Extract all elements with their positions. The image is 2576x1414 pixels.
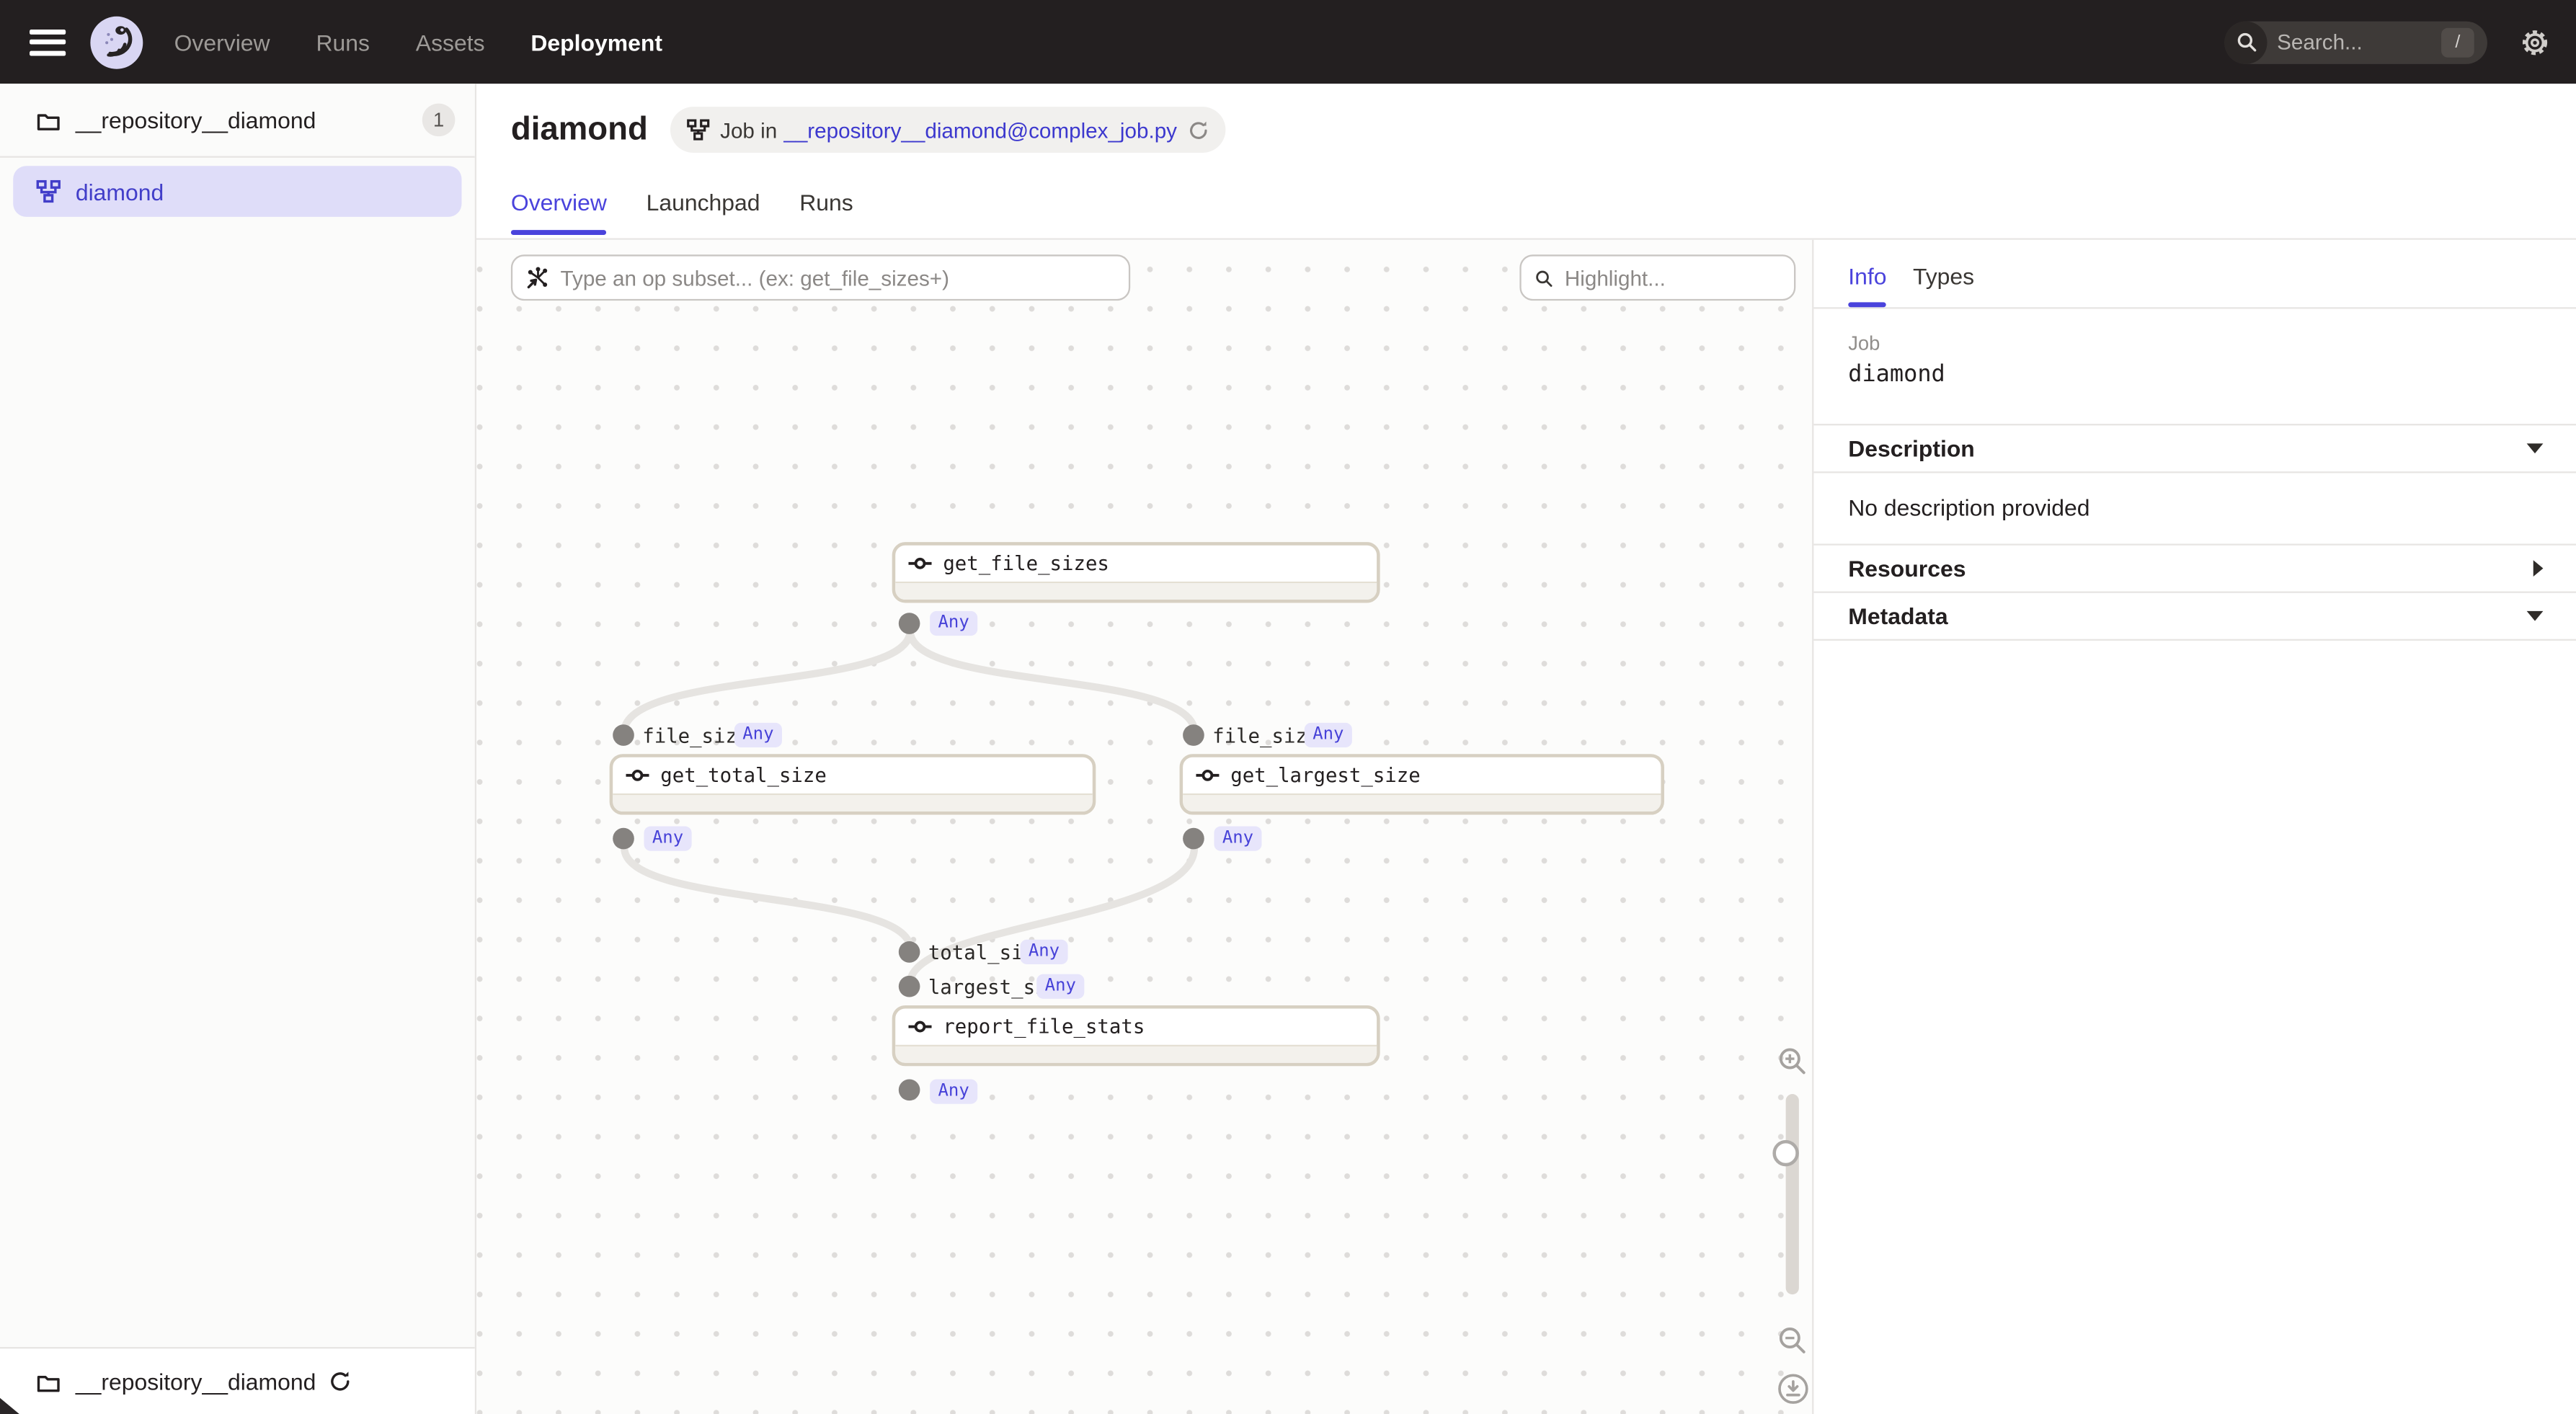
dagster-logo-icon[interactable] <box>89 14 144 69</box>
op-subset-filter[interactable] <box>511 254 1130 301</box>
footer-repository-name: __repository__diamond <box>76 1369 316 1395</box>
search-shortcut-badge: / <box>2441 27 2474 57</box>
type-badge[interactable]: Any <box>1020 940 1067 964</box>
job-origin-prefix: Job in <box>720 117 777 142</box>
sidebar-item-label: diamond <box>76 178 164 204</box>
section-resources[interactable]: Resources <box>1813 546 2576 593</box>
app-window: Overview Runs Assets Deployment / __re <box>0 0 2576 1414</box>
input-port <box>1183 724 1204 746</box>
download-image-icon[interactable] <box>1777 1374 1808 1405</box>
type-badge[interactable]: Any <box>930 611 977 636</box>
search-icon <box>1535 267 1553 288</box>
tab-types[interactable]: Types <box>1913 263 1974 308</box>
chevron-down-icon[interactable] <box>2527 611 2544 621</box>
job-graph-icon <box>36 179 61 203</box>
op-icon <box>626 767 650 783</box>
description-content: No description provided <box>1813 473 2576 545</box>
global-search[interactable]: / <box>2224 20 2487 63</box>
section-title: Metadata <box>1848 603 1947 629</box>
op-node-get_largest_size[interactable]: get_largest_size <box>1180 754 1664 814</box>
zoom-slider-track[interactable] <box>1786 1094 1799 1294</box>
type-badge[interactable]: Any <box>1305 723 1352 747</box>
op-name: report_file_stats <box>943 1015 1145 1039</box>
tab-info[interactable]: Info <box>1848 263 1886 308</box>
repository-name: __repository__diamond <box>76 107 422 133</box>
op-node-get_total_size[interactable]: get_total_size <box>610 754 1096 814</box>
op-graph-canvas[interactable]: get_file_sizes Any file_sizes Any get_to… <box>476 240 1812 1414</box>
primary-nav: Overview Runs Assets Deployment <box>174 29 662 55</box>
op-subset-input[interactable] <box>561 265 1116 290</box>
type-badge[interactable]: Any <box>734 723 782 747</box>
info-panel-tabs: Info Types <box>1813 240 2576 309</box>
folder-icon <box>36 1371 61 1392</box>
output-port <box>1183 828 1204 850</box>
section-metadata[interactable]: Metadata <box>1813 593 2576 641</box>
input-port <box>613 724 634 746</box>
job-origin-pill: Job in __repository__diamond@complex_job… <box>671 107 1227 153</box>
info-panel: Info Types Job diamond Description No de… <box>1812 240 2576 1414</box>
job-info-block: Job diamond <box>1813 309 2576 426</box>
reload-repository-icon[interactable] <box>329 1370 352 1393</box>
job-tabs: Overview Launchpad Runs <box>511 189 853 235</box>
op-node-report_file_stats[interactable]: report_file_stats <box>892 1005 1380 1066</box>
nav-overview[interactable]: Overview <box>174 29 270 55</box>
highlight-filter[interactable] <box>1519 254 1795 301</box>
sidebar-footer: __repository__diamond <box>0 1347 475 1414</box>
tab-runs[interactable]: Runs <box>799 189 853 235</box>
repository-link[interactable]: __repository__diamond@complex_job.py <box>783 117 1177 142</box>
output-port <box>899 613 920 634</box>
section-title: Resources <box>1848 555 1966 581</box>
op-icon <box>1196 767 1220 783</box>
op-node-body <box>1183 793 1661 812</box>
op-node-get_file_sizes[interactable]: get_file_sizes <box>892 542 1380 602</box>
nav-runs[interactable]: Runs <box>316 29 370 55</box>
hamburger-menu-icon[interactable] <box>30 29 66 55</box>
job-graph-icon <box>688 118 711 141</box>
type-badge[interactable]: Any <box>930 1080 977 1104</box>
op-name: get_file_sizes <box>943 552 1109 575</box>
search-input[interactable] <box>2277 30 2428 54</box>
highlight-input[interactable] <box>1565 265 1781 290</box>
op-name: get_largest_size <box>1230 764 1420 787</box>
chevron-down-icon[interactable] <box>2527 443 2544 453</box>
job-label: Job <box>1848 332 2541 355</box>
op-node-body <box>895 582 1377 600</box>
job-header: diamond Job in __repository__diamond@com… <box>476 84 2576 240</box>
job-name-value: diamond <box>1848 361 2541 387</box>
op-icon <box>908 1018 933 1035</box>
type-badge[interactable]: Any <box>1036 974 1084 999</box>
type-badge[interactable]: Any <box>1214 827 1261 851</box>
zoom-in-icon[interactable] <box>1777 1046 1807 1076</box>
zoom-slider-thumb[interactable] <box>1772 1140 1798 1166</box>
input-port <box>899 976 920 997</box>
zoom-out-icon[interactable] <box>1777 1325 1807 1355</box>
op-node-body <box>613 793 1093 812</box>
type-badge[interactable]: Any <box>644 827 692 851</box>
output-port <box>899 1080 920 1101</box>
refresh-icon[interactable] <box>1189 119 1210 141</box>
tab-launchpad[interactable]: Launchpad <box>647 189 760 235</box>
op-icon <box>908 555 933 572</box>
repository-row[interactable]: __repository__diamond 1 <box>0 84 475 158</box>
top-nav-bar: Overview Runs Assets Deployment / <box>0 0 2576 84</box>
sidebar-item-diamond[interactable]: diamond <box>13 166 461 217</box>
op-selector-icon <box>525 265 548 290</box>
search-icon <box>2224 20 2267 63</box>
chevron-right-icon[interactable] <box>2533 560 2544 577</box>
op-name: get_total_size <box>660 764 827 787</box>
page-title: diamond <box>511 111 648 148</box>
left-sidebar: __repository__diamond 1 diamond __reposi… <box>0 84 476 1414</box>
op-node-body <box>895 1045 1377 1063</box>
folder-icon <box>36 110 61 131</box>
job-count-badge: 1 <box>422 104 456 137</box>
output-port <box>613 828 634 850</box>
section-description[interactable]: Description <box>1813 425 2576 473</box>
section-title: Description <box>1848 435 1975 461</box>
nav-assets[interactable]: Assets <box>416 29 485 55</box>
settings-gear-icon[interactable] <box>2521 27 2550 57</box>
sidebar-collapse-handle[interactable] <box>0 1398 19 1414</box>
tab-overview[interactable]: Overview <box>511 189 607 235</box>
nav-deployment[interactable]: Deployment <box>530 29 662 55</box>
input-port <box>899 941 920 963</box>
